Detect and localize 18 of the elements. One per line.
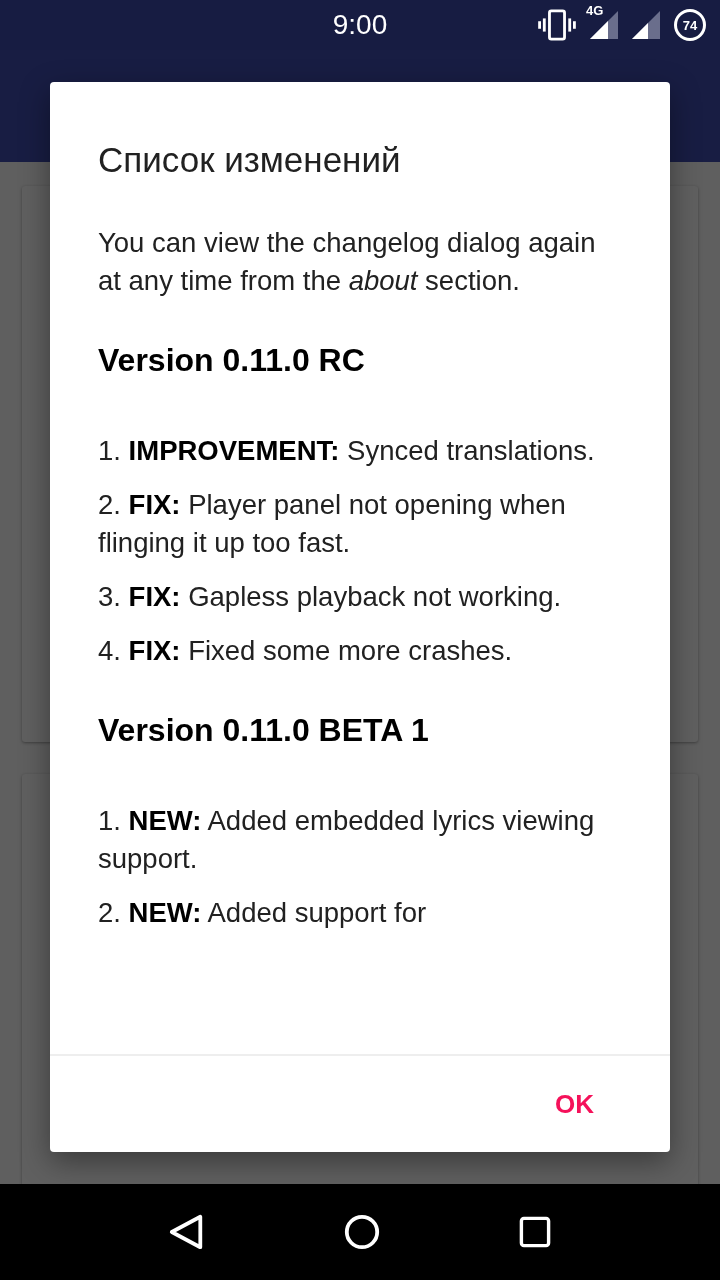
recents-icon[interactable] <box>517 1215 552 1249</box>
ok-button[interactable]: OK <box>539 1080 610 1128</box>
intro-text: You can view the changelog dialog again at any time from the about section. <box>98 226 597 298</box>
changelog-item: 2. FIX: Player panel not opening when flinging it up too fast. <box>98 488 567 560</box>
clock: 9:00 <box>332 9 388 41</box>
vibrate-icon <box>538 9 576 41</box>
changelog-item: 2. NEW: Added support for <box>98 896 428 930</box>
changelog-item: 1. IMPROVEMENT: Synced translations. <box>98 434 596 468</box>
changelog-item: 3. FIX: Gapless playback not working. <box>98 580 563 614</box>
version-heading: Version 0.11.0 BETA 1 <box>98 711 430 750</box>
battery-icon: 74 <box>674 9 706 41</box>
signal-icon <box>632 11 660 39</box>
network-type: 4G <box>586 3 604 18</box>
home-icon[interactable] <box>343 1213 381 1251</box>
version-heading: Version 0.11.0 RC <box>98 341 366 380</box>
changelog-item: 4. FIX: Fixed some more crashes. <box>98 634 514 668</box>
dialog-title: Список изменений <box>98 139 402 181</box>
changelog-item: 1. NEW: Added embedded lyrics viewing support. <box>98 804 596 876</box>
